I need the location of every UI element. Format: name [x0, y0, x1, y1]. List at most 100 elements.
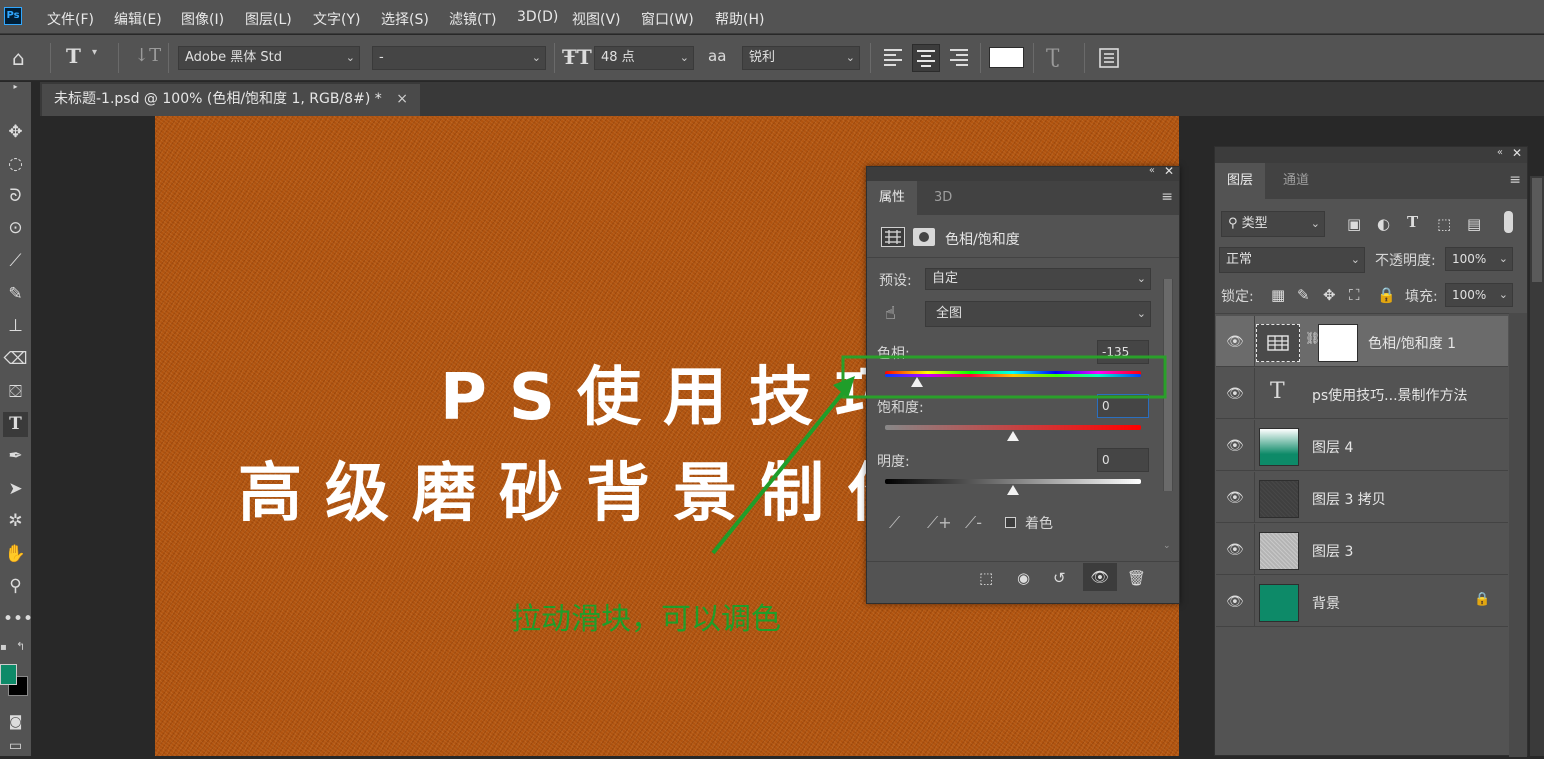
brush-tool-icon[interactable]: ✎ [3, 282, 28, 307]
layer-filter-select[interactable]: ⚲ 类型 ⌄ [1221, 211, 1325, 237]
filter-shape-icon[interactable]: ⬚ [1437, 215, 1451, 233]
paint-bucket-tool-icon[interactable]: ⛋ [3, 380, 28, 405]
layer-row[interactable]: 👁 背景 🔒 [1216, 576, 1508, 627]
colorize-checkbox[interactable] [1005, 517, 1016, 528]
visibility-eye-icon[interactable]: 👁 [1226, 490, 1244, 506]
font-size-select[interactable]: 48 点 ⌄ [594, 46, 694, 70]
lock-pixels-icon[interactable]: ✎ [1297, 286, 1310, 304]
targeted-adjust-hand-icon[interactable]: ☝ [885, 303, 896, 324]
layer-mask-icon[interactable] [913, 228, 935, 246]
collapse-icon[interactable]: « [1149, 165, 1155, 176]
saturation-slider-thumb[interactable] [1007, 431, 1019, 441]
visibility-eye-icon[interactable]: 👁 [1226, 594, 1244, 610]
layer-row[interactable]: 👁 图层 3 拷贝 [1216, 472, 1508, 523]
home-icon[interactable]: ⌂ [12, 46, 25, 70]
menu-type[interactable]: 文字(Y) [313, 9, 360, 29]
menu-window[interactable]: 窗口(W) [641, 9, 694, 29]
channel-select[interactable]: 全图 ⌄ [925, 301, 1151, 327]
panel-menu-icon[interactable]: ≡ [1509, 172, 1521, 188]
layer-row[interactable]: 👁 图层 3 [1216, 524, 1508, 575]
blend-mode-select[interactable]: 正常 ⌄ [1219, 247, 1365, 273]
document-tab[interactable]: 未标题-1.psd @ 100% (色相/饱和度 1, RGB/8#) * × [42, 84, 420, 116]
text-orientation-icon[interactable]: ↓T [134, 45, 161, 66]
clip-to-layer-icon[interactable]: ⬚ [979, 569, 993, 587]
move-tool-icon[interactable]: ✥ [3, 120, 28, 145]
delete-icon[interactable]: 🗑 [1127, 569, 1146, 587]
reset-icon[interactable]: ↺ [1053, 569, 1066, 587]
visibility-eye-icon[interactable]: 👁 [1226, 438, 1244, 454]
warp-text-icon[interactable]: Ʈ [1046, 44, 1059, 68]
close-icon[interactable]: × [396, 84, 408, 115]
opacity-input[interactable]: 100% ⌄ [1445, 247, 1513, 271]
close-icon[interactable]: ✕ [1512, 146, 1522, 160]
font-family-select[interactable]: Adobe 黑体 Std ⌄ [178, 46, 360, 70]
lock-position-icon[interactable]: ✥ [1323, 286, 1336, 304]
fill-input[interactable]: 100% ⌄ [1445, 283, 1513, 307]
chevron-down-icon[interactable]: ⌄ [1163, 541, 1171, 551]
filter-type-icon[interactable]: T [1407, 213, 1418, 231]
align-left-icon[interactable] [882, 47, 904, 67]
filter-toggle[interactable] [1504, 211, 1513, 233]
quick-mask-icon[interactable]: ◙ [3, 710, 28, 735]
align-center-icon[interactable] [912, 44, 940, 72]
hue-input[interactable]: -135 [1097, 340, 1149, 364]
menu-help[interactable]: 帮助(H) [715, 9, 764, 29]
menu-select[interactable]: 选择(S) [381, 9, 429, 29]
type-tool-preset-icon[interactable]: T [66, 44, 81, 68]
saturation-input[interactable]: 0 [1097, 394, 1149, 418]
lock-all-icon[interactable]: 🔒 [1377, 286, 1396, 304]
foreground-color-swatch[interactable] [0, 664, 17, 685]
close-icon[interactable]: ✕ [1164, 164, 1174, 178]
eraser-tool-icon[interactable]: ⌫ [3, 347, 28, 372]
view-previous-icon[interactable]: ◉ [1017, 569, 1030, 587]
eyedropper-minus-icon[interactable]: ⟋- [965, 513, 982, 533]
hand-tool-icon[interactable]: ✋ [3, 542, 28, 567]
menu-layer[interactable]: 图层(L) [245, 9, 292, 29]
tab-channels[interactable]: 通道 [1271, 163, 1321, 199]
filter-adjustment-icon[interactable]: ◐ [1377, 215, 1390, 233]
right-dock-scrollbar[interactable] [1530, 176, 1544, 756]
tab-properties[interactable]: 属性 [867, 181, 918, 215]
lasso-tool-icon[interactable]: ᘐ [3, 184, 28, 209]
layer-row[interactable]: 👁 T ps使用技巧...景制作方法 [1216, 368, 1508, 419]
menu-image[interactable]: 图像(I) [181, 9, 224, 29]
collapse-icon[interactable]: « [1497, 147, 1503, 158]
tab-layers[interactable]: 图层 [1215, 163, 1266, 199]
more-tools-icon[interactable]: ••• [3, 607, 33, 632]
filter-pixel-icon[interactable]: ▣ [1347, 215, 1361, 233]
stamp-tool-icon[interactable]: ⊥ [3, 314, 28, 339]
menu-3d[interactable]: 3D(D) [517, 9, 558, 25]
eyedropper-tool-icon[interactable]: ⟋ [3, 249, 28, 274]
eyedropper-icon[interactable]: ⟋ [889, 513, 900, 533]
marquee-tool-icon[interactable]: ◌ [3, 152, 28, 177]
text-color-swatch[interactable] [989, 47, 1024, 68]
lightness-input[interactable]: 0 [1097, 448, 1149, 472]
quick-select-tool-icon[interactable]: ⊙ [3, 216, 28, 241]
visibility-eye-icon[interactable]: 👁 [1226, 542, 1244, 558]
zoom-tool-icon[interactable]: ⚲ [3, 574, 28, 599]
panel-scrollbar[interactable] [1163, 279, 1173, 491]
lightness-slider-thumb[interactable] [1007, 485, 1019, 495]
character-panel-icon[interactable] [1098, 47, 1120, 69]
visibility-eye-icon[interactable]: 👁 [1226, 334, 1244, 350]
layer-row[interactable]: 👁 图层 4 [1216, 420, 1508, 471]
menu-filter[interactable]: 滤镜(T) [449, 9, 496, 29]
lock-transparent-icon[interactable]: ▦ [1271, 286, 1285, 304]
chevron-down-icon[interactable]: ▾ [92, 47, 97, 58]
align-right-icon[interactable] [948, 47, 970, 67]
font-style-select[interactable]: - ⌄ [372, 46, 546, 70]
filter-smart-object-icon[interactable]: ▤ [1467, 215, 1481, 233]
path-select-tool-icon[interactable]: ➤ [3, 477, 28, 502]
type-tool-icon[interactable]: T [3, 412, 28, 437]
screen-mode-icon[interactable]: ▭ [3, 734, 28, 759]
lock-artboard-icon[interactable]: ⛶ [1349, 286, 1360, 304]
antialias-select[interactable]: 锐利 ⌄ [742, 46, 860, 70]
menu-edit[interactable]: 编辑(E) [114, 9, 162, 29]
menu-file[interactable]: 文件(F) [47, 9, 94, 29]
swap-colors-icon[interactable]: ↰ [16, 640, 25, 653]
pen-tool-icon[interactable]: ✒ [3, 444, 28, 469]
visibility-eye-icon[interactable]: 👁 [1083, 563, 1117, 591]
panel-menu-icon[interactable]: ≡ [1161, 189, 1173, 205]
eyedropper-plus-icon[interactable]: ⟋+ [927, 513, 952, 533]
hue-slider-thumb[interactable] [911, 377, 923, 387]
